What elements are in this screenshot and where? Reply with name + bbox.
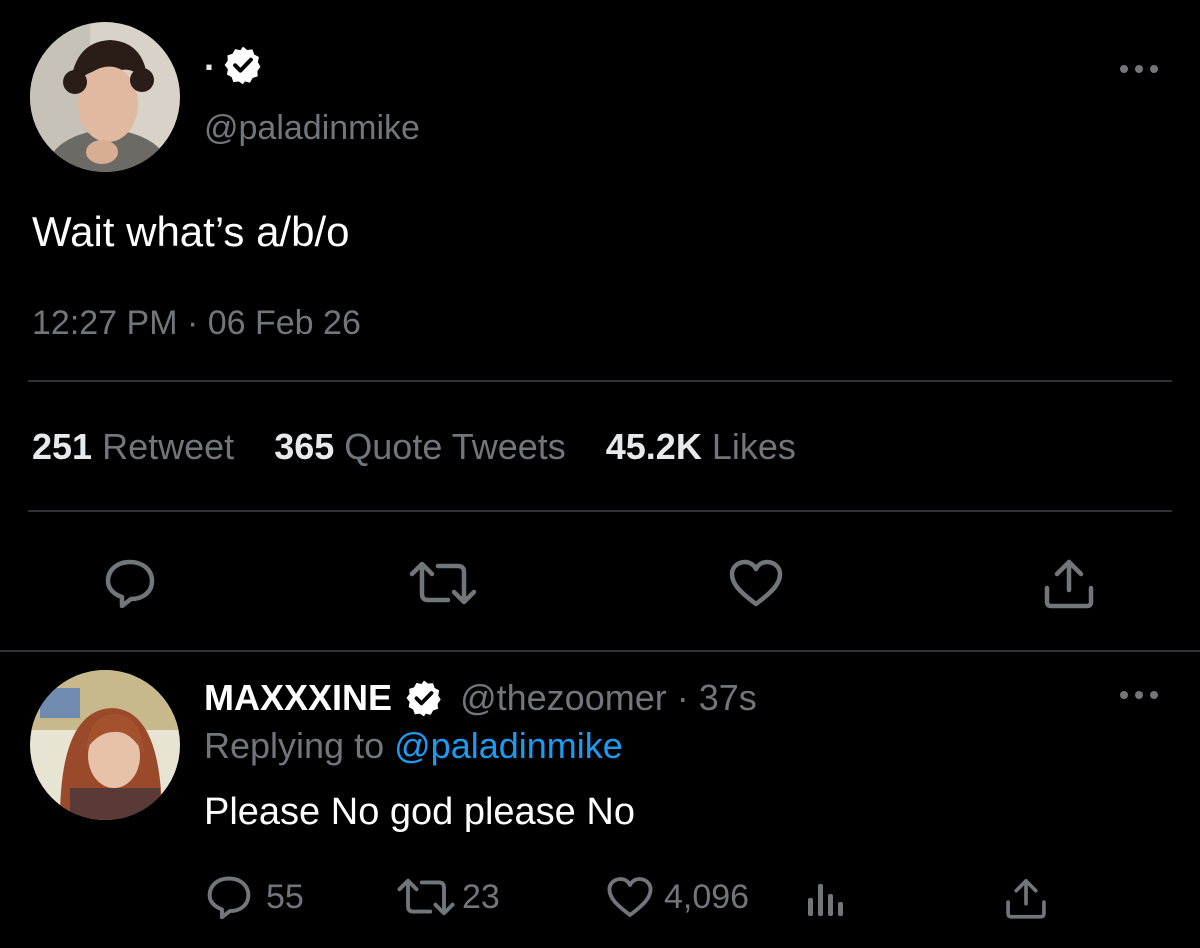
tweet-timestamp[interactable]: 12:27 PM · 06 Feb 26 [32,303,361,343]
reply-author-avatar[interactable] [30,670,180,820]
divider [28,380,1172,382]
likes-count: 45.2K [605,426,702,467]
retweets-count: 251 [32,426,93,467]
verified-badge-icon [404,678,444,718]
reply-replies-action[interactable]: 55 [206,874,304,920]
reply-text: Please No god please No [204,791,635,833]
share-icon[interactable] [1042,556,1096,610]
reply-retweets-action[interactable]: 23 [396,874,500,920]
replying-to-line: Replying to @paladinmike [204,724,623,768]
divider [28,510,1172,512]
reply-count: 55 [266,877,304,916]
retweet-icon [396,877,456,917]
reply-display-name[interactable]: MAXXXINE [204,677,392,718]
quote-tweets-stat[interactable]: 365 Quote Tweets [274,426,576,467]
retweet-count: 23 [462,877,500,916]
retweets-label: Retweet [102,426,235,467]
author-display-name[interactable]: . [204,38,214,78]
retweets-stat[interactable]: 251 Retweet [32,426,244,467]
reply-more-options-icon[interactable] [1118,688,1160,702]
author-handle[interactable]: @paladinmike [204,108,420,148]
tweet-text: Wait what’s a/b/o [32,208,350,255]
verified-badge-icon [222,44,264,86]
heart-icon [606,875,654,919]
reply-handle[interactable]: @thezoomer [460,677,667,718]
reply-header: MAXXXINE @thezoomer · 37s [204,676,757,720]
quote-tweets-label: Quote Tweets [344,426,566,467]
likes-label: Likes [711,426,796,467]
share-icon[interactable] [1004,876,1048,920]
reply-likes-action[interactable]: 4,096 [606,874,749,920]
like-count: 4,096 [664,877,750,916]
reply-icon[interactable] [104,558,156,608]
quote-tweets-count: 365 [274,426,335,467]
tweet-stats: 251 Retweet 365 Quote Tweets 45.2K Likes [32,426,796,468]
replying-to-prefix: Replying to [204,725,385,766]
reply-icon [206,875,252,919]
more-options-icon[interactable] [1118,62,1160,76]
likes-stat[interactable]: 45.2K Likes [606,426,796,467]
replying-to-link[interactable]: @paladinmike [394,725,623,766]
analytics-icon[interactable] [806,880,848,918]
author-avatar[interactable] [30,22,180,172]
divider [0,650,1200,652]
retweet-icon[interactable] [408,560,478,606]
reply-time[interactable]: · 37s [677,677,757,718]
heart-icon[interactable] [728,558,784,608]
